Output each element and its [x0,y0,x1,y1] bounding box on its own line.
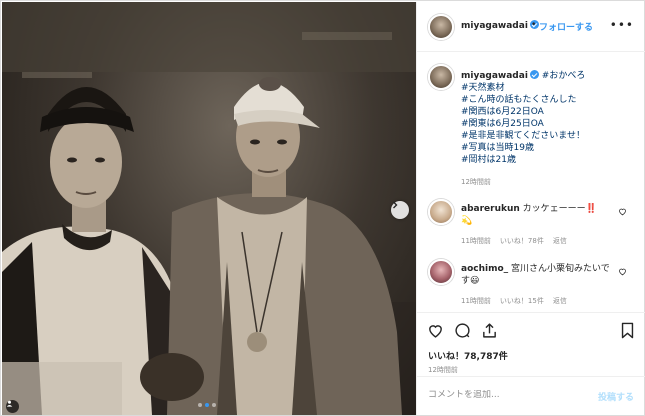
hashtag[interactable]: #こん時の話もたくさんした [461,94,636,106]
carousel-dot [212,403,216,407]
comment-body: カッケェーーー‼️ [522,204,597,214]
tagged-user-icon[interactable] [6,400,19,413]
hashtag[interactable]: #写真は当時19歳 [461,142,636,154]
bookmark-icon[interactable] [620,322,635,342]
comment-text: abarerukun カッケェーーー‼️ 💫 [461,203,611,227]
commenter-username[interactable]: aochimo_ [461,264,508,274]
comment-like-icon[interactable] [618,207,627,219]
comment-meta: 11時間前 いいね！78件 返信 [461,236,567,246]
comment-text: aochimo_ 宮川さん小栗旬みたいです😃 [461,263,611,287]
hashtag[interactable]: #天然素材 [461,82,636,94]
likes-count[interactable]: いいね！78,787件 [428,349,508,362]
reply-button[interactable]: 返信 [553,296,567,306]
add-comment-input[interactable] [428,390,588,400]
comment-likes-count[interactable]: いいね！78件 [500,236,544,246]
caption-author-avatar[interactable] [428,64,454,90]
caption-text: miyagawadai #おかべろ #天然素材 #こん時の話もたくさんした #関… [461,70,636,166]
more-options-icon[interactable]: ••• [610,18,634,32]
post-photo[interactable] [2,2,416,415]
hashtag[interactable]: #是非是非観てくださいませ！ [461,130,636,142]
post-frame: miyagawadai • フォローする ••• miyagawadai #おか… [0,0,645,416]
add-comment-bar: 投稿する [417,376,645,414]
caption-username[interactable]: miyagawadai [461,71,528,81]
post-sidebar: miyagawadai • フォローする ••• miyagawadai #おか… [416,2,645,415]
hashtag[interactable]: #おかべろ [542,71,586,81]
carousel-dot [198,403,202,407]
comment-like-icon[interactable] [618,267,627,279]
photo-illustration [2,2,416,415]
comment-timestamp[interactable]: 11時間前 [461,236,491,246]
comment-meta: 11時間前 いいね！15件 返信 [461,296,567,306]
verified-badge-icon [529,70,539,79]
like-heart-icon[interactable] [427,322,444,342]
hashtag[interactable]: #岡村は21歳 [461,154,636,166]
caption-timestamp[interactable]: 12時間前 [461,177,491,187]
comments-section: miyagawadai #おかべろ #天然素材 #こん時の話もたくさんした #関… [417,53,645,311]
hashtag[interactable]: #関東は6月25日OA [461,118,636,130]
share-icon[interactable] [481,322,498,342]
post-header: miyagawadai • フォローする ••• [417,2,645,52]
author-username[interactable]: miyagawadai [461,20,539,31]
follow-button[interactable]: フォローする [539,20,593,33]
hashtag[interactable]: #関西は6月22日OA [461,106,636,118]
commenter-username[interactable]: abarerukun [461,204,520,214]
carousel-dot-active [205,403,209,407]
comment-timestamp[interactable]: 11時間前 [461,296,491,306]
comment-likes-count[interactable]: いいね！15件 [500,296,544,306]
reply-button[interactable]: 返信 [553,236,567,246]
post-timestamp[interactable]: 12時間前 [428,365,458,375]
comment-emoji: 💫 [461,216,473,226]
author-avatar[interactable] [428,14,454,40]
comment-bubble-icon[interactable] [454,322,471,342]
commenter-avatar[interactable] [428,259,454,285]
carousel-indicators [198,403,216,407]
next-slide-button[interactable] [391,201,409,219]
commenter-avatar[interactable] [428,199,454,225]
post-actions: いいね！78,787件 12時間前 [417,312,645,384]
post-comment-button[interactable]: 投稿する [598,390,634,403]
chevron-right-icon [393,201,398,209]
header-separator: • [531,20,537,30]
